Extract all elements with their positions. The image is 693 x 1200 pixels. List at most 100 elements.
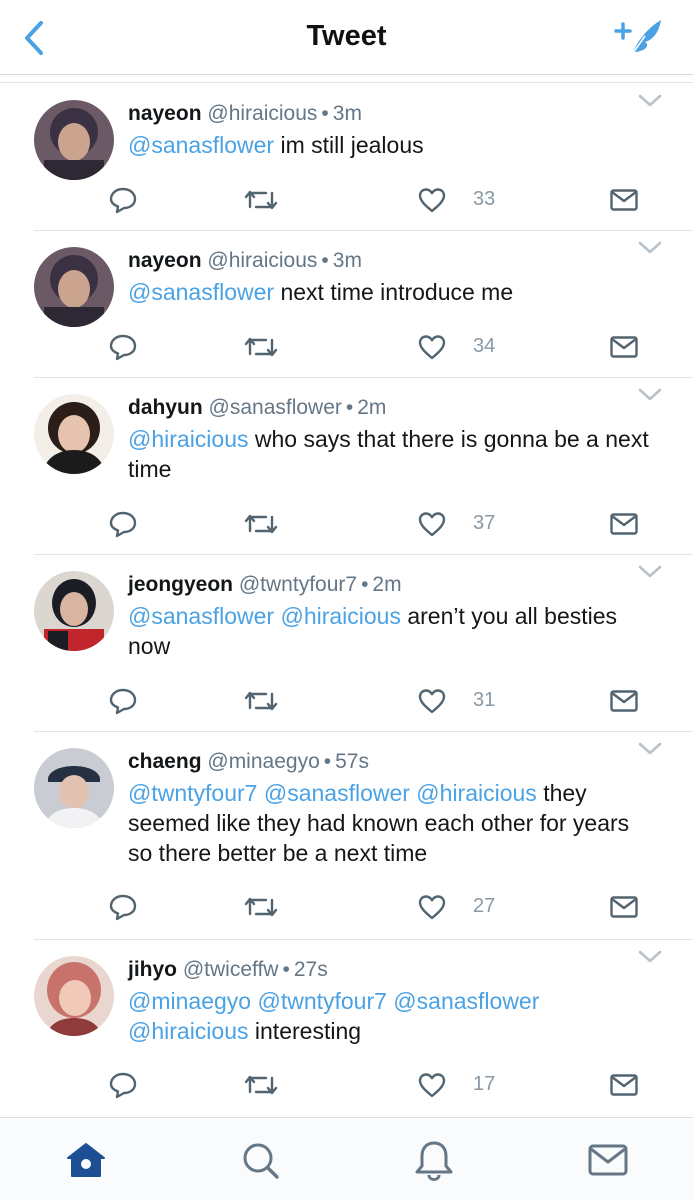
reply-button[interactable] xyxy=(108,681,138,721)
like-count: 17 xyxy=(473,1073,496,1095)
tweet-options-button[interactable] xyxy=(637,948,663,966)
direct-message-button[interactable] xyxy=(609,681,639,721)
envelope-icon xyxy=(610,690,638,712)
retweet-button[interactable] xyxy=(244,180,278,220)
tab-notifications[interactable] xyxy=(412,1138,456,1182)
meta-separator: • xyxy=(323,750,332,773)
meta-separator: • xyxy=(321,249,329,272)
retweet-button[interactable] xyxy=(244,887,278,927)
retweet-icon xyxy=(244,1075,278,1095)
author-handle[interactable]: @hiraicious xyxy=(207,102,317,125)
mention-link[interactable]: @sanasflower xyxy=(128,279,274,305)
reply-button[interactable] xyxy=(108,887,138,927)
author-name[interactable]: nayeon xyxy=(128,102,202,125)
avatar[interactable] xyxy=(34,394,114,474)
like-count: 37 xyxy=(473,512,496,534)
like-button[interactable]: 33 xyxy=(417,180,495,220)
author-handle[interactable]: @hiraicious xyxy=(207,249,317,272)
tweet-options-button[interactable] xyxy=(637,563,663,581)
tweet-meta: dahyun @sanasflower • 2m xyxy=(128,393,657,423)
bottom-tab-bar xyxy=(0,1117,693,1200)
tweet-meta: jihyo @twiceffw • 27s xyxy=(128,955,657,985)
retweet-button[interactable] xyxy=(244,681,278,721)
like-count: 31 xyxy=(473,689,496,711)
tweet-time: 27s xyxy=(293,958,328,981)
tweet-meta: nayeon @hiraicious • 3m xyxy=(128,99,657,129)
like-button[interactable]: 27 xyxy=(417,887,495,927)
tab-search[interactable] xyxy=(238,1138,282,1182)
tweet[interactable]: jeongyeon @twntyfour7 • 2m @sanasflower @h… xyxy=(0,555,693,732)
like-button[interactable]: 17 xyxy=(417,1065,495,1105)
tweet[interactable]: dahyun @sanasflower • 2m @hiraicious who s… xyxy=(0,378,693,555)
heart-icon xyxy=(418,188,446,213)
chevron-down-icon xyxy=(638,241,662,254)
meta-separator: • xyxy=(321,102,329,125)
author-handle[interactable]: @sanasflower xyxy=(209,396,342,419)
avatar[interactable] xyxy=(34,571,114,651)
tweet-text: @sanasflower im still jealous xyxy=(128,130,657,160)
mention-link[interactable]: @hiraicious xyxy=(128,426,249,452)
compose-tweet-button[interactable] xyxy=(611,12,667,62)
like-button[interactable]: 34 xyxy=(417,327,495,367)
tweet[interactable]: jihyo @twiceffw • 27s @minaegyo @twntyfour… xyxy=(0,940,693,1117)
retweet-button[interactable] xyxy=(244,327,278,367)
reply-button[interactable] xyxy=(108,1065,138,1105)
header-divider xyxy=(0,74,693,75)
retweet-icon xyxy=(244,514,278,534)
tweet-body: interesting xyxy=(248,1018,362,1044)
author-name[interactable]: chaeng xyxy=(128,750,202,773)
avatar[interactable] xyxy=(34,247,114,327)
reply-icon xyxy=(109,187,137,214)
direct-message-button[interactable] xyxy=(609,504,639,544)
tab-home[interactable] xyxy=(64,1138,108,1182)
direct-message-button[interactable] xyxy=(609,887,639,927)
mention-link[interactable]: @twntyfour7 @sanasflower @hiraicious xyxy=(128,780,537,806)
author-name[interactable]: jihyo xyxy=(128,958,177,981)
tweet-options-button[interactable] xyxy=(637,386,663,404)
direct-message-button[interactable] xyxy=(609,180,639,220)
like-button[interactable]: 37 xyxy=(417,504,495,544)
tweet-meta: nayeon @hiraicious • 3m xyxy=(128,246,657,276)
meta-separator: • xyxy=(282,958,290,981)
chevron-down-icon xyxy=(638,950,662,963)
retweet-icon xyxy=(244,897,278,917)
reply-button[interactable] xyxy=(108,327,138,367)
envelope-icon xyxy=(610,1074,638,1096)
tweet-options-button[interactable] xyxy=(637,239,663,257)
tweet-options-button[interactable] xyxy=(637,740,663,758)
search-icon xyxy=(243,1143,279,1179)
author-handle[interactable]: @twntyfour7 xyxy=(239,573,357,596)
avatar[interactable] xyxy=(34,100,114,180)
top-navigation-bar: Tweet xyxy=(0,0,693,83)
tweet[interactable]: chaeng @minaegyo • 57s @twntyfour7 @sanasf… xyxy=(0,732,693,940)
tweet[interactable]: nayeon @hiraicious • 3m @sanasflower next … xyxy=(0,231,693,378)
direct-message-button[interactable] xyxy=(609,327,639,367)
author-name[interactable]: dahyun xyxy=(128,396,203,419)
author-handle[interactable]: @minaegyo xyxy=(207,750,319,773)
tweet-options-button[interactable] xyxy=(637,92,663,110)
avatar[interactable] xyxy=(34,748,114,828)
reply-button[interactable] xyxy=(108,180,138,220)
reply-button[interactable] xyxy=(108,504,138,544)
envelope-icon xyxy=(610,513,638,535)
like-button[interactable]: 31 xyxy=(417,681,495,721)
retweet-button[interactable] xyxy=(244,1065,278,1105)
meta-separator: • xyxy=(345,396,354,419)
page-title: Tweet xyxy=(306,20,387,52)
bell-icon xyxy=(415,1141,453,1181)
mention-link[interactable]: @sanasflower xyxy=(128,132,274,158)
tweet[interactable]: nayeon @hiraicious • 3m @sanasflower im st… xyxy=(0,84,693,231)
home-icon xyxy=(67,1143,105,1177)
author-name[interactable]: nayeon xyxy=(128,249,202,272)
author-handle[interactable]: @twiceffw xyxy=(183,958,279,981)
direct-message-button[interactable] xyxy=(609,1065,639,1105)
author-name[interactable]: jeongyeon xyxy=(128,573,233,596)
tweet-text: @sanasflower next time introduce me xyxy=(128,277,657,307)
tab-messages[interactable] xyxy=(586,1138,630,1182)
chevron-down-icon xyxy=(638,565,662,578)
replies-feed[interactable]: nayeon @hiraicious • 3m @sanasflower im st… xyxy=(0,84,693,1117)
heart-icon xyxy=(418,689,446,714)
avatar[interactable] xyxy=(34,956,114,1036)
mention-link[interactable]: @sanasflower @hiraicious xyxy=(128,603,401,629)
retweet-button[interactable] xyxy=(244,504,278,544)
